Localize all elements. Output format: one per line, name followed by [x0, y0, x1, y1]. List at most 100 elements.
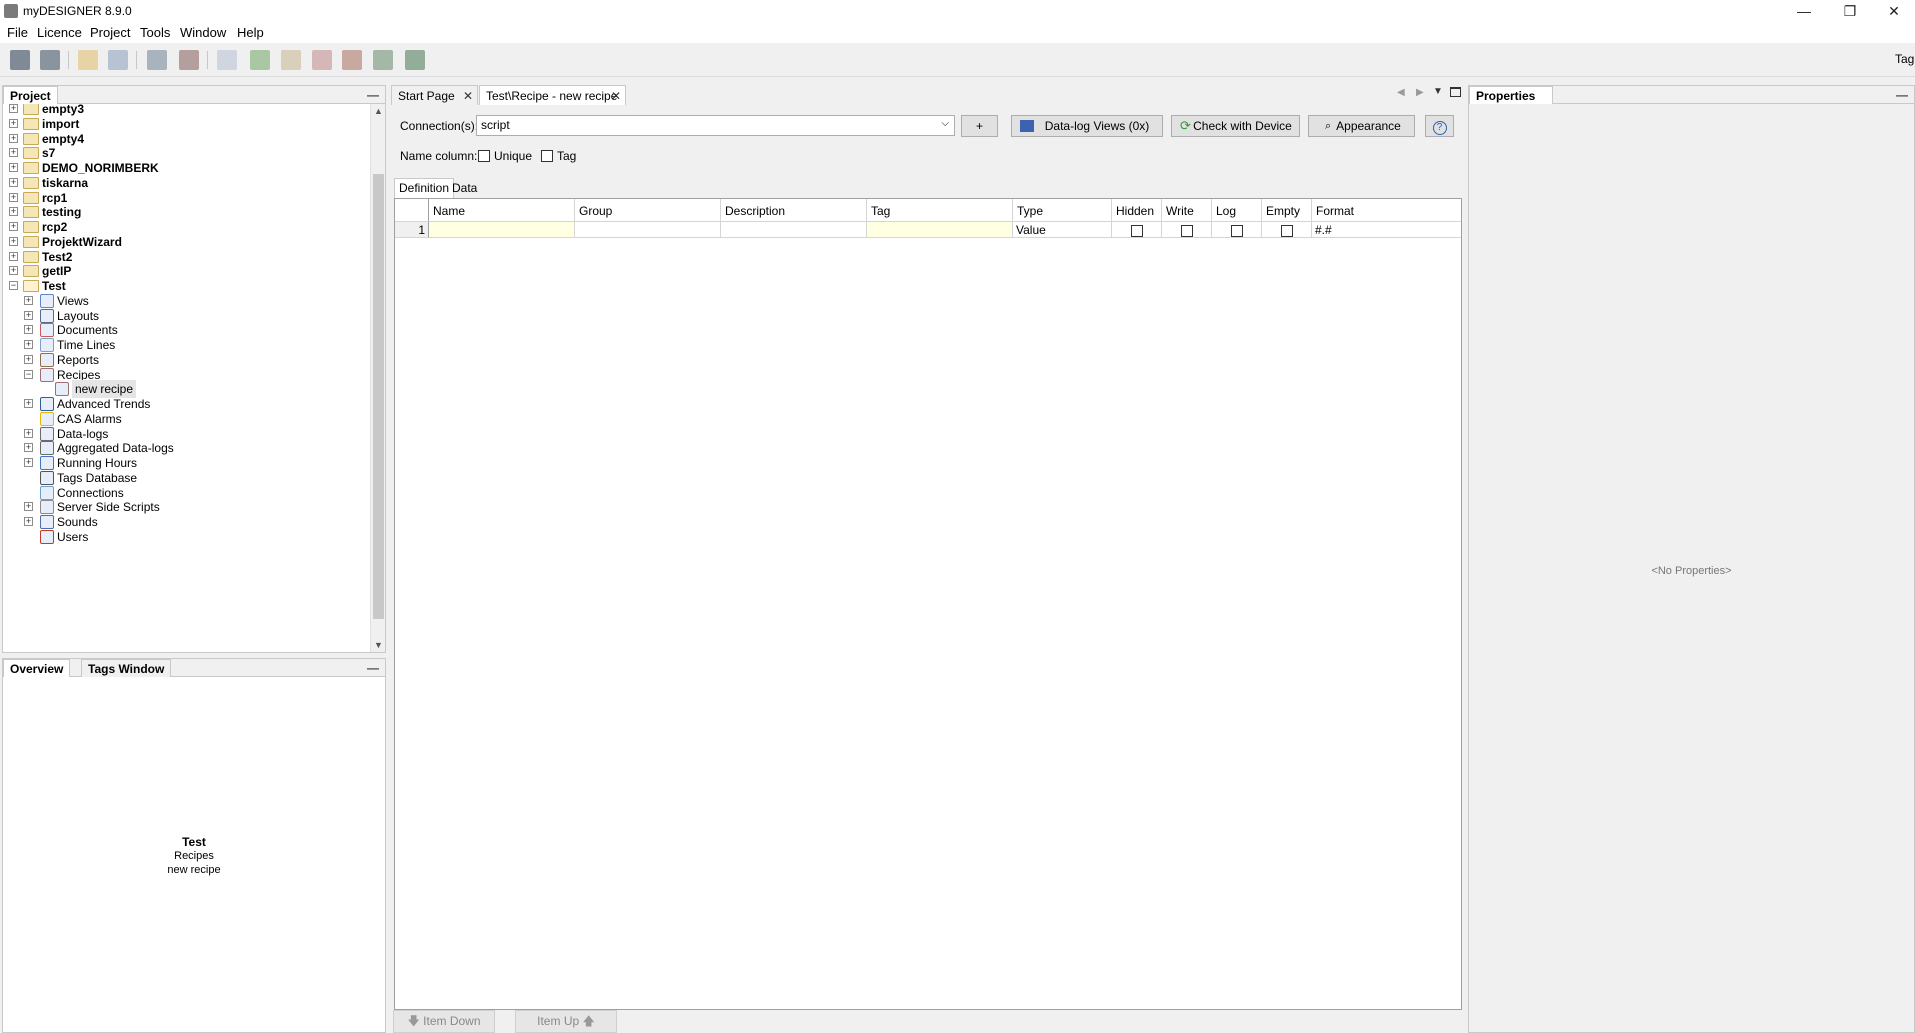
expand-icon[interactable]: + — [24, 399, 33, 408]
help-button[interactable]: ? — [1425, 115, 1454, 137]
expand-icon[interactable]: + — [24, 354, 33, 364]
expand-icon[interactable]: + — [24, 325, 33, 335]
cell-log[interactable] — [1212, 221, 1262, 238]
redo-icon[interactable] — [108, 50, 128, 70]
expand-icon[interactable]: + — [24, 443, 33, 453]
collapse-icon[interactable]: − — [24, 369, 33, 379]
expand-icon[interactable]: + — [9, 266, 18, 276]
paste-icon[interactable] — [281, 50, 301, 70]
appearance-button[interactable]: ⌕ Appearance — [1308, 115, 1415, 137]
expand-icon[interactable]: + — [24, 517, 33, 526]
expand-icon[interactable]: + — [9, 222, 18, 231]
expand-icon[interactable]: + — [9, 163, 18, 172]
empty-checkbox[interactable] — [1280, 224, 1293, 237]
expand-icon[interactable]: + — [24, 458, 33, 467]
cell-tag[interactable] — [867, 221, 1013, 238]
expand-icon[interactable]: + — [24, 340, 33, 349]
column-header-empty[interactable]: Empty — [1262, 199, 1312, 221]
datalog-views-button[interactable]: Data-log Views (0x) — [1011, 115, 1163, 137]
column-header-log[interactable]: Log — [1212, 199, 1262, 221]
tab-data[interactable]: Data — [448, 179, 481, 197]
log-checkbox[interactable] — [1230, 224, 1243, 237]
properties-icon[interactable] — [217, 50, 237, 70]
expand-icon[interactable]: + — [9, 251, 18, 261]
cell-hidden[interactable] — [1112, 221, 1162, 238]
overview-tab[interactable]: Overview — [3, 659, 71, 677]
tree-scrollbar[interactable]: ▲ ▼ — [370, 104, 385, 652]
expand-icon[interactable]: + — [9, 177, 18, 187]
row-number[interactable]: 1 — [395, 221, 429, 238]
minimize-panel-button[interactable]: — — [367, 88, 379, 102]
expand-icon[interactable]: + — [9, 133, 18, 143]
save-icon[interactable] — [10, 50, 30, 70]
tag-search-label[interactable]: Tag — [1895, 52, 1914, 66]
minimize-button[interactable]: — — [1781, 0, 1827, 22]
close-window-button[interactable]: ✕ — [1871, 0, 1915, 22]
scroll-down-icon[interactable]: ▼ — [374, 640, 383, 650]
column-header-tag[interactable]: Tag — [867, 199, 1013, 221]
column-header-format[interactable]: Format — [1312, 199, 1461, 221]
column-header-hidden[interactable]: Hidden — [1112, 199, 1162, 221]
scroll-up-icon[interactable]: ▲ — [374, 106, 383, 116]
menu-project[interactable]: Project — [90, 25, 130, 40]
menu-help[interactable]: Help — [237, 25, 264, 40]
minimize-panel-button[interactable]: — — [1896, 88, 1908, 102]
download-icon[interactable] — [373, 50, 393, 70]
tag-checkbox[interactable] — [541, 150, 553, 162]
tree-item[interactable]: Users — [3, 528, 369, 546]
delete-icon[interactable] — [312, 50, 332, 70]
tab-scroll-left-icon[interactable]: ◀ — [1397, 87, 1405, 98]
undo-icon[interactable] — [78, 50, 98, 70]
expand-icon[interactable]: + — [9, 104, 18, 113]
menu-file[interactable]: File — [7, 25, 28, 40]
maximize-editor-icon[interactable] — [1450, 87, 1461, 97]
close-icon[interactable]: ✕ — [463, 89, 473, 103]
properties-tab[interactable]: Properties — [1469, 86, 1553, 104]
expand-icon[interactable]: + — [9, 148, 18, 158]
add-item-icon[interactable] — [250, 50, 270, 70]
import-icon[interactable] — [147, 50, 167, 70]
expand-icon[interactable]: + — [9, 118, 18, 128]
hidden-checkbox[interactable] — [1130, 224, 1143, 237]
expand-icon[interactable]: + — [9, 236, 18, 246]
column-header-name[interactable]: Name — [429, 199, 575, 221]
item-down-button[interactable]: 🡇 Item Down — [393, 1010, 495, 1033]
column-header-description[interactable]: Description — [721, 199, 867, 221]
cell-write[interactable] — [1162, 221, 1212, 238]
tab-scroll-right-icon[interactable]: ▶ — [1416, 87, 1424, 98]
cell-format[interactable]: #.# — [1312, 221, 1461, 238]
connections-select[interactable]: script ⌵ — [476, 115, 955, 136]
expand-icon[interactable]: + — [24, 295, 33, 305]
expand-icon[interactable]: + — [24, 502, 33, 512]
expand-icon[interactable]: + — [24, 428, 33, 438]
column-header-write[interactable]: Write — [1162, 199, 1212, 221]
write-checkbox[interactable] — [1180, 224, 1193, 237]
run-icon[interactable] — [342, 50, 362, 70]
tab-start-page[interactable]: Start Page ✕ — [391, 85, 478, 105]
add-connection-button[interactable]: + — [961, 115, 998, 137]
menu-licence[interactable]: Licence — [37, 25, 82, 40]
cell-description[interactable] — [721, 221, 867, 238]
tab-definition[interactable]: Definition — [394, 178, 455, 199]
tags-window-tab[interactable]: Tags Window — [81, 659, 172, 677]
column-header-group[interactable]: Group — [575, 199, 721, 221]
tab-recipe[interactable]: Test\Recipe - new recipe ✕ — [479, 85, 626, 105]
cell-type[interactable]: Value — [1013, 221, 1112, 238]
project-tab[interactable]: Project — [3, 86, 58, 104]
minimize-panel-button[interactable]: — — [367, 661, 379, 675]
close-icon[interactable]: ✕ — [611, 89, 621, 103]
cell-name[interactable] — [429, 221, 575, 238]
expand-icon[interactable]: + — [9, 207, 18, 217]
menu-window[interactable]: Window — [180, 25, 226, 40]
expand-icon[interactable]: + — [9, 192, 18, 202]
collapse-icon[interactable]: − — [9, 281, 18, 290]
cell-group[interactable] — [575, 221, 721, 238]
scroll-thumb[interactable] — [373, 174, 384, 619]
export-icon[interactable] — [179, 50, 199, 70]
restore-button[interactable]: ❐ — [1827, 0, 1873, 22]
column-header-type[interactable]: Type — [1013, 199, 1112, 221]
tab-list-icon[interactable]: ▼ — [1433, 86, 1443, 97]
item-up-button[interactable]: Item Up 🡅 — [515, 1010, 617, 1033]
expand-icon[interactable]: + — [24, 310, 33, 320]
upload-icon[interactable] — [405, 50, 425, 70]
